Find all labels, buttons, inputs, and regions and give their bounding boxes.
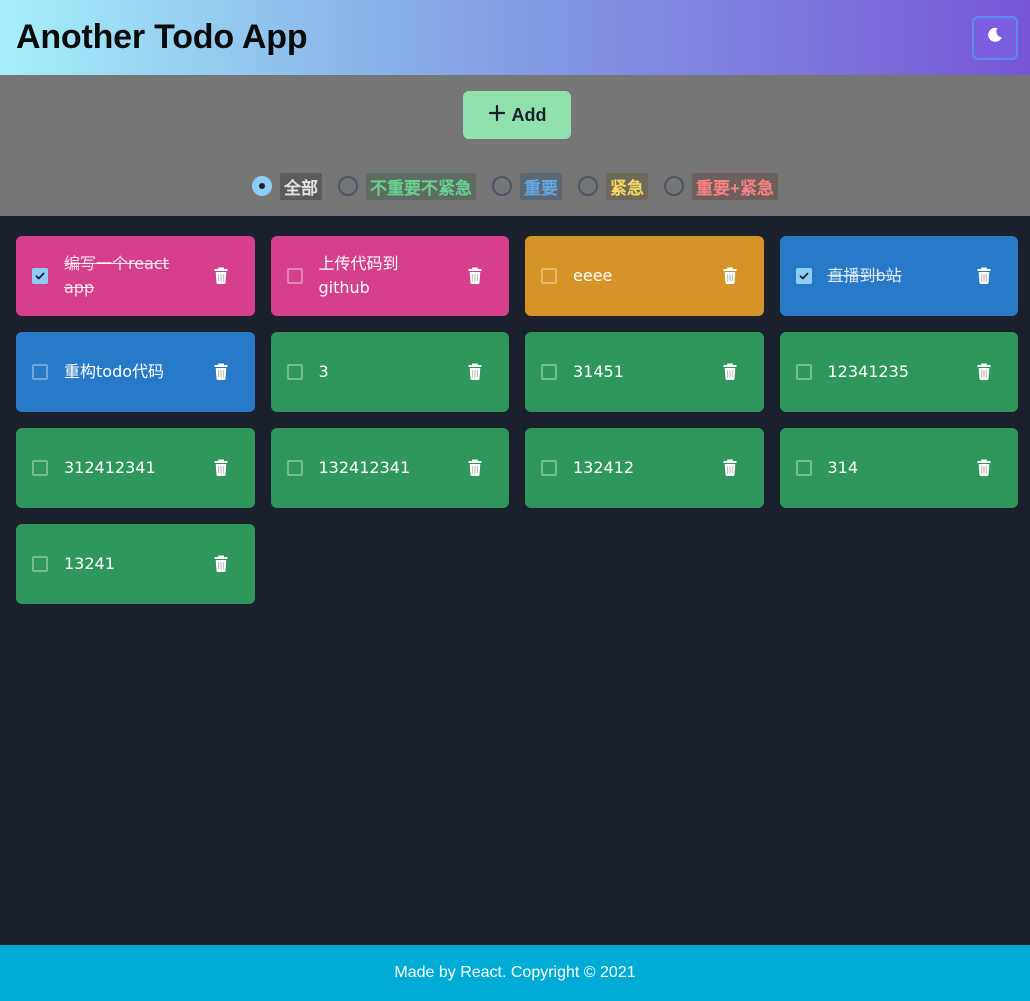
todo-card: 132412341 (270, 428, 509, 508)
todo-text: 314 (827, 458, 859, 477)
trash-icon[interactable] (722, 458, 738, 478)
todo-text: 重构todo代码 (64, 362, 165, 381)
todo-text: 上传代码到github (318, 254, 399, 297)
add-button-label: Add (511, 104, 547, 125)
footer: Made by React. Copyright © 2021 (0, 945, 1030, 1001)
todo-card: 重构todo代码 (16, 332, 255, 412)
trash-icon[interactable] (722, 266, 738, 286)
filter-option[interactable]: 重要 (492, 172, 563, 200)
theme-toggle-button[interactable] (972, 15, 1018, 60)
todo-text: 312412341 (64, 458, 156, 477)
plus-icon (488, 104, 506, 127)
footer-text: Made by React. Copyright © 2021 (394, 964, 636, 981)
trash-icon[interactable] (467, 362, 483, 382)
filter-label: 全部 (280, 172, 323, 200)
filter-radio-group: 全部 不重要不紧急 重要 紧急 重要+紧急 (0, 172, 1030, 200)
todo-card: 13241 (16, 524, 255, 604)
filter-radio[interactable] (338, 176, 359, 196)
trash-icon[interactable] (722, 362, 738, 382)
todo-checkbox[interactable] (32, 556, 48, 572)
trash-icon[interactable] (213, 266, 229, 286)
todo-checkbox[interactable] (795, 364, 812, 380)
filter-option[interactable]: 紧急 (578, 172, 649, 200)
todo-text: 直播到b站 (827, 266, 902, 285)
filter-label: 重要+紧急 (692, 172, 778, 200)
todo-checkbox[interactable] (286, 364, 303, 380)
filter-option[interactable]: 全部 (252, 172, 323, 200)
filter-radio[interactable] (664, 176, 685, 196)
todo-card: 312412341 (16, 428, 255, 508)
todo-text: 13241 (64, 554, 115, 573)
todo-checkbox[interactable] (286, 268, 303, 284)
todo-card: 直播到b站 (779, 236, 1018, 316)
todo-card: 上传代码到github (270, 236, 509, 316)
add-button[interactable]: Add (463, 91, 571, 139)
todo-grid: 编写一个react app 上传代码到github eeee 直播到b站重构todo代… (16, 236, 1018, 604)
todo-card: 31451 (525, 332, 764, 412)
todo-checkbox[interactable] (541, 460, 557, 476)
trash-icon[interactable] (467, 458, 483, 478)
trash-icon[interactable] (213, 458, 229, 478)
filter-radio[interactable] (492, 176, 513, 196)
todo-checkbox[interactable] (541, 364, 557, 380)
todo-text: eeee (573, 266, 613, 285)
filter-label: 不重要不紧急 (366, 172, 477, 200)
todo-card: eeee (525, 236, 764, 316)
filter-label: 重要 (520, 172, 563, 200)
todo-card: 12341235 (779, 332, 1018, 412)
todo-card: 314 (779, 428, 1018, 508)
toolbar: Add 全部 不重要不紧急 重要 紧急 重要+紧急 (0, 75, 1030, 216)
todo-checkbox[interactable] (795, 460, 812, 476)
check-icon (35, 271, 45, 281)
filter-label: 紧急 (606, 172, 649, 200)
todo-text: 132412341 (318, 458, 411, 477)
todo-checkbox[interactable] (795, 268, 812, 284)
trash-icon[interactable] (976, 458, 992, 478)
trash-icon[interactable] (976, 362, 992, 382)
todo-checkbox[interactable] (32, 268, 48, 284)
todo-text: 132412 (573, 458, 635, 477)
app-header: Another Todo App (0, 0, 1030, 75)
filter-option[interactable]: 重要+紧急 (664, 172, 778, 200)
todo-text: 12341235 (827, 362, 909, 381)
todo-card: 3 (270, 332, 509, 412)
trash-icon[interactable] (467, 266, 483, 286)
trash-icon[interactable] (213, 362, 229, 382)
trash-icon[interactable] (976, 266, 992, 286)
moon-icon (987, 27, 1003, 48)
todo-checkbox[interactable] (32, 364, 48, 380)
trash-icon[interactable] (213, 554, 229, 574)
filter-option[interactable]: 不重要不紧急 (338, 172, 477, 200)
todo-text: 3 (318, 362, 329, 381)
todo-checkbox[interactable] (541, 268, 557, 284)
todo-text: 31451 (573, 362, 624, 381)
app-title: Another Todo App (16, 18, 308, 56)
todo-card: 132412 (525, 428, 764, 508)
filter-radio[interactable] (252, 176, 273, 196)
todo-checkbox[interactable] (286, 460, 303, 476)
filter-radio[interactable] (578, 176, 599, 196)
check-icon (799, 271, 809, 281)
todo-card: 编写一个react app (16, 236, 255, 316)
todo-text: 编写一个react app (64, 254, 169, 297)
todo-checkbox[interactable] (32, 460, 48, 476)
